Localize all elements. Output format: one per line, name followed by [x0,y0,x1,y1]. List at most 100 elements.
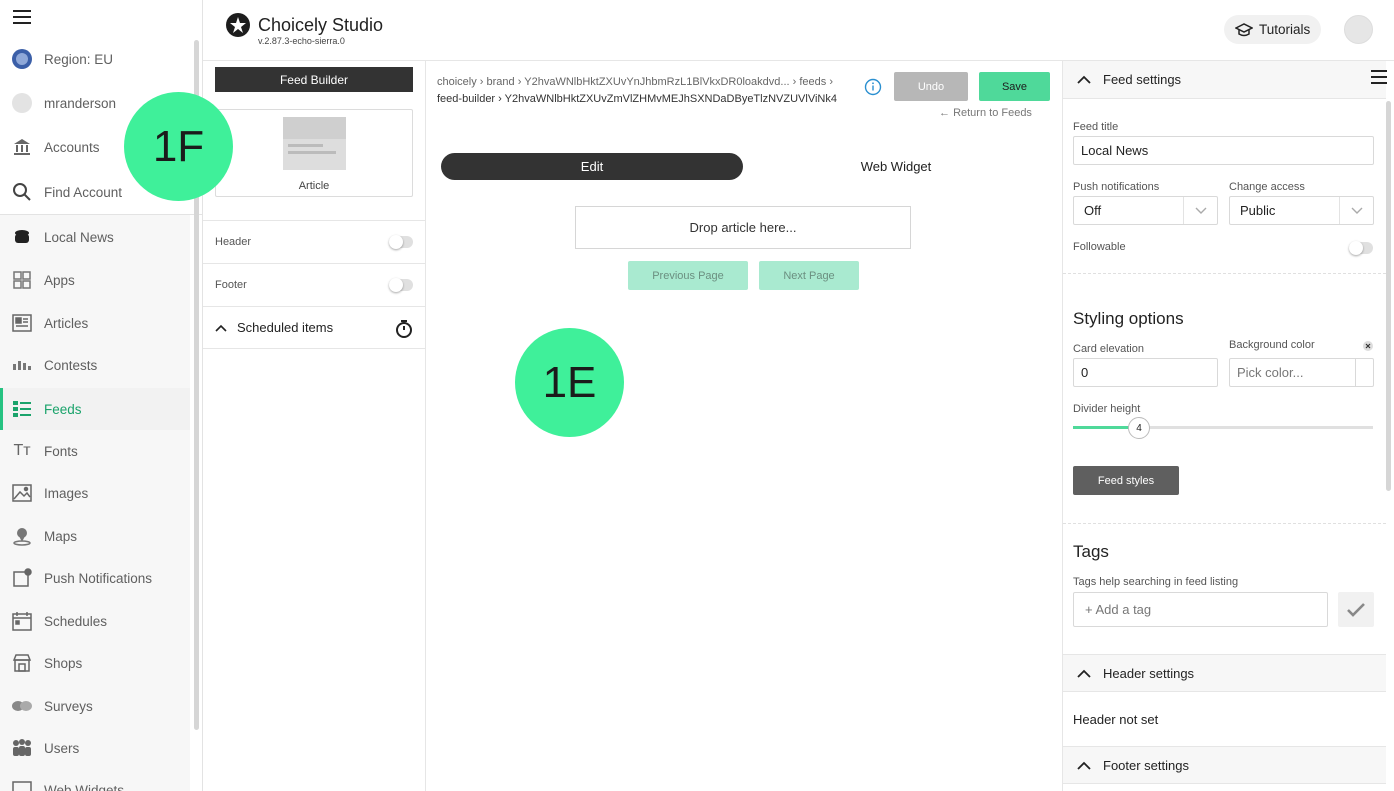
survey-icon [11,695,33,717]
sidebar-item-label: Feeds [44,401,82,417]
next-page-button[interactable]: Next Page [759,261,859,290]
card-elevation-label: Card elevation [1073,343,1144,355]
scheduled-items-header[interactable]: Scheduled items [203,306,425,349]
menu-icon[interactable] [13,10,31,26]
sidebar-item-label: Images [44,485,89,501]
header-settings-title: Header settings [1103,665,1195,681]
calendar-icon [11,610,33,632]
change-access-value: Public [1240,203,1276,218]
sidebar-item-label: Shops [44,655,83,671]
shop-icon [11,652,33,674]
panel-menu-icon[interactable] [1371,70,1387,84]
user-name: mranderson [44,95,117,111]
push-icon [11,567,33,589]
stack-icon [11,226,33,248]
sidebar-item-fonts[interactable]: Tт Fonts [0,430,190,472]
sidebar-item-shops[interactable]: Shops [0,642,190,684]
feed-styles-button[interactable]: Feed styles [1073,466,1179,495]
grid-icon [11,269,33,291]
chevron-up-icon [215,324,227,332]
footer-toggle[interactable] [389,278,413,292]
sidebar-item-label: Schedules [44,613,108,629]
divider-height-slider[interactable] [1073,426,1373,429]
add-tag-input[interactable]: + Add a tag [1073,592,1328,627]
tab-web-widget[interactable]: Web Widget [743,153,1049,180]
breadcrumb-link[interactable]: Y2hvaWNlbHktZXUvYnJhbmRzL1BlVkxDR0loakdv… [524,76,789,88]
feeds-icon [11,398,33,420]
sidebar-item-users[interactable]: Users [0,727,190,769]
slider-thumb[interactable]: 4 [1128,417,1150,439]
arrow-left-icon: ← [939,107,950,119]
article-icon [11,312,33,334]
clear-color-icon[interactable] [1363,341,1373,351]
push-notifications-label: Push notifications [1073,181,1160,193]
breadcrumb-link[interactable]: choicely [437,76,477,88]
header-toggle-label: Header [215,236,252,248]
globe-icon [11,48,33,70]
divider-height-label: Divider height [1073,403,1141,415]
feed-settings-header[interactable]: Feed settings [1063,61,1386,99]
tab-edit[interactable]: Edit [441,153,743,180]
feed-builder-title: Feed Builder [215,67,413,92]
profile-avatar[interactable] [1344,15,1373,44]
followable-label: Followable [1073,241,1126,253]
app-version: v.2.87.3-echo-sierra.0 [258,36,345,46]
save-button[interactable]: Save [979,72,1050,101]
tags-title: Tags [1073,542,1109,561]
app-title: Choicely Studio [258,15,384,35]
sidebar-item-feeds[interactable]: Feeds [0,388,190,430]
check-icon [1347,602,1365,617]
sidebar-item-push-notifications[interactable]: Push Notifications [0,557,190,599]
scheduled-items-label: Scheduled items [237,320,334,335]
color-swatch[interactable] [1355,359,1373,386]
sidebar-item-surveys[interactable]: Surveys [0,685,190,727]
sidebar-item-articles[interactable]: Articles [0,302,190,344]
footer-settings-header[interactable]: Footer settings [1063,746,1386,784]
article-drop-zone[interactable]: Drop article here... [575,206,911,249]
card-elevation-input[interactable]: 0 [1073,358,1218,387]
article-block[interactable]: Article [215,109,413,197]
sidebar-item-label: Push Notifications [44,570,153,586]
sidebar-item-label: Maps [44,528,78,544]
tutorials-label: Tutorials [1259,22,1311,37]
change-access-select[interactable]: Public [1229,196,1374,225]
header-settings-header[interactable]: Header settings [1063,654,1386,692]
sidebar-item-web-widgets[interactable]: Web Widgets [0,769,190,791]
sidebar-item-apps[interactable]: Apps [0,259,190,301]
return-to-feeds-link[interactable]: ← Return to Feeds [939,107,1032,119]
footer-toggle-row: Footer [203,263,425,306]
sidebar-item-label: Apps [44,272,75,288]
background-color-label: Background color [1229,339,1315,351]
region-selector[interactable]: Region: EU [0,38,190,80]
followable-toggle[interactable] [1349,241,1373,255]
breadcrumb-link[interactable]: feed-builder [437,93,495,105]
background-color-input[interactable]: Pick color... [1229,358,1374,387]
sidebar-item-schedules[interactable]: Schedules [0,600,190,642]
fonts-icon: Tт [13,442,31,459]
images-icon [11,482,33,504]
background-color-placeholder: Pick color... [1237,365,1304,380]
choicely-logo-icon [226,13,250,37]
sidebar-item-label: Accounts [44,139,100,155]
push-notifications-select[interactable]: Off [1073,196,1218,225]
breadcrumb-link[interactable]: feeds [799,76,826,88]
header-toggle[interactable] [389,235,413,249]
breadcrumb: choicely › brand › Y2hvaWNlbHktZXUvYnJhb… [437,76,837,105]
callout-bubble: 1F [124,92,233,201]
undo-button[interactable]: Undo [894,72,968,101]
graduation-cap-icon [1235,22,1253,37]
info-icon[interactable] [864,78,882,96]
tutorials-button[interactable]: Tutorials [1224,15,1321,44]
view-tabs: Edit Web Widget [441,153,1049,180]
sidebar-item-maps[interactable]: Maps [0,515,190,557]
settings-scrollbar[interactable] [1386,101,1391,491]
sidebar-item-local-news[interactable]: Local News [0,216,190,258]
previous-page-button[interactable]: Previous Page [628,261,748,290]
sidebar-item-images[interactable]: Images [0,472,190,514]
sidebar-item-label: Contests [44,357,98,373]
breadcrumb-link[interactable]: brand [487,76,515,88]
feed-title-input[interactable]: Local News [1073,136,1374,165]
confirm-tag-button[interactable] [1338,592,1374,627]
header-not-set-text: Header not set [1073,712,1159,727]
sidebar-item-contests[interactable]: Contests [0,344,190,386]
